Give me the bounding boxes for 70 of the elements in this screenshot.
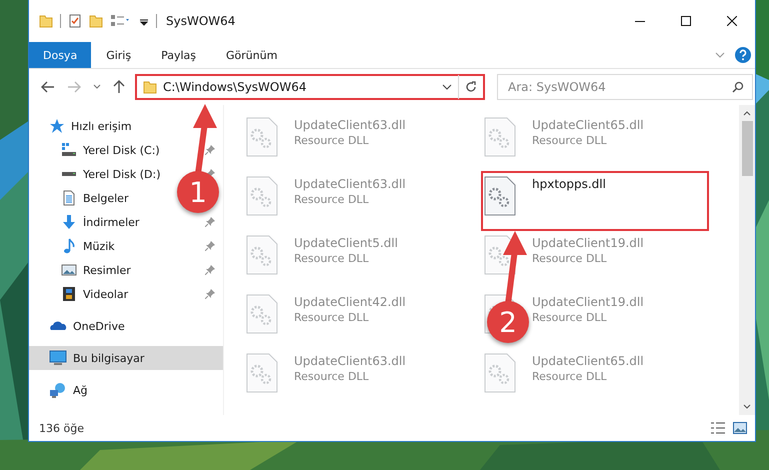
window-title: SysWOW64 — [166, 14, 236, 28]
ribbon-tab[interactable]: Dosya — [29, 42, 92, 68]
sidebar-label[interactable]: Yerel Disk (C:) — [83, 144, 160, 156]
details-view-icon[interactable] — [711, 422, 725, 434]
file-type: Resource DLL — [532, 134, 608, 147]
close-icon — [727, 16, 737, 26]
dll-file-icon — [246, 353, 278, 393]
network-globe-icon — [49, 382, 67, 398]
ribbon-tab[interactable]: Giriş — [91, 42, 146, 68]
file-type: Resource DLL — [532, 370, 608, 383]
large-icons-view-icon[interactable] — [733, 422, 747, 434]
sidebar-item[interactable]: Bu bilgisayar — [29, 346, 223, 370]
dll-file-icon — [484, 176, 516, 216]
drive-icon — [61, 142, 77, 158]
star-icon — [49, 118, 65, 134]
file-type: Resource DLL — [532, 252, 608, 265]
music-note-icon — [61, 238, 77, 254]
dll-file-icon — [246, 294, 278, 334]
file-type: Resource DLL — [294, 311, 370, 324]
sidebar-label[interactable]: Ağ — [73, 384, 88, 396]
up-arrow-icon[interactable] — [113, 80, 125, 94]
picture-frame-icon — [61, 262, 77, 278]
sidebar-label[interactable]: Resimler — [83, 264, 131, 276]
file-type: Resource DLL — [294, 193, 370, 206]
scroll-down-icon[interactable] — [743, 404, 751, 410]
file-item[interactable]: hpxtopps.dll — [482, 172, 708, 230]
sidebar-label[interactable]: Müzik — [83, 240, 115, 252]
sidebar-label[interactable]: Hızlı erişim — [71, 120, 132, 132]
help-icon[interactable] — [735, 47, 751, 63]
sidebar-label[interactable]: Belgeler — [83, 192, 128, 204]
refresh-icon[interactable] — [465, 81, 477, 93]
sidebar-label[interactable]: İndirmeler — [83, 216, 140, 228]
maximize-icon — [681, 16, 691, 26]
monitor-icon — [49, 350, 67, 366]
dll-file-icon — [246, 235, 278, 275]
file-type: Resource DLL — [294, 370, 370, 383]
ribbon-tab[interactable]: Görünüm — [211, 42, 292, 68]
download-arrow-icon — [61, 214, 77, 230]
drive-icon — [61, 172, 77, 176]
dropdown-caret-icon[interactable] — [442, 83, 452, 91]
sidebar-label[interactable]: OneDrive — [73, 320, 125, 332]
scroll-up-icon[interactable] — [743, 110, 751, 116]
address-path: C:\Windows\SysWOW64 — [163, 80, 308, 94]
dll-file-icon — [484, 117, 516, 157]
list-view-icon[interactable] — [110, 14, 132, 28]
search-field[interactable]: Ara: SysWOW64 — [497, 74, 753, 100]
file-type: Resource DLL — [532, 311, 608, 324]
folder-icon — [143, 80, 157, 94]
scroll-thumb[interactable] — [742, 121, 752, 176]
file-name: hpxtopps.dll — [532, 177, 606, 191]
dll-file-icon — [484, 353, 516, 393]
recent-caret-icon[interactable] — [93, 84, 101, 90]
film-icon — [61, 286, 77, 302]
document-icon — [61, 190, 77, 206]
sidebar-label: Bu bilgisayar — [73, 352, 144, 364]
ribbon-tab[interactable]: Paylaş — [146, 42, 211, 68]
back-arrow-icon[interactable] — [41, 81, 55, 93]
dll-file-icon — [246, 117, 278, 157]
item-count: 136 öğe — [39, 422, 84, 434]
file-type: Resource DLL — [294, 252, 370, 265]
scrollbar[interactable] — [739, 105, 755, 415]
sidebar-label[interactable]: Videolar — [83, 288, 128, 300]
address-bar[interactable]: C:\Windows\SysWOW64 — [135, 74, 485, 100]
sidebar-label[interactable]: Yerel Disk (D:) — [83, 168, 161, 180]
dll-file-icon — [246, 176, 278, 216]
properties-icon[interactable] — [68, 14, 82, 28]
file-type: Resource DLL — [294, 134, 370, 147]
search-icon[interactable] — [732, 81, 744, 93]
expand-ribbon-icon[interactable] — [715, 51, 725, 59]
minimize-icon — [635, 20, 645, 22]
